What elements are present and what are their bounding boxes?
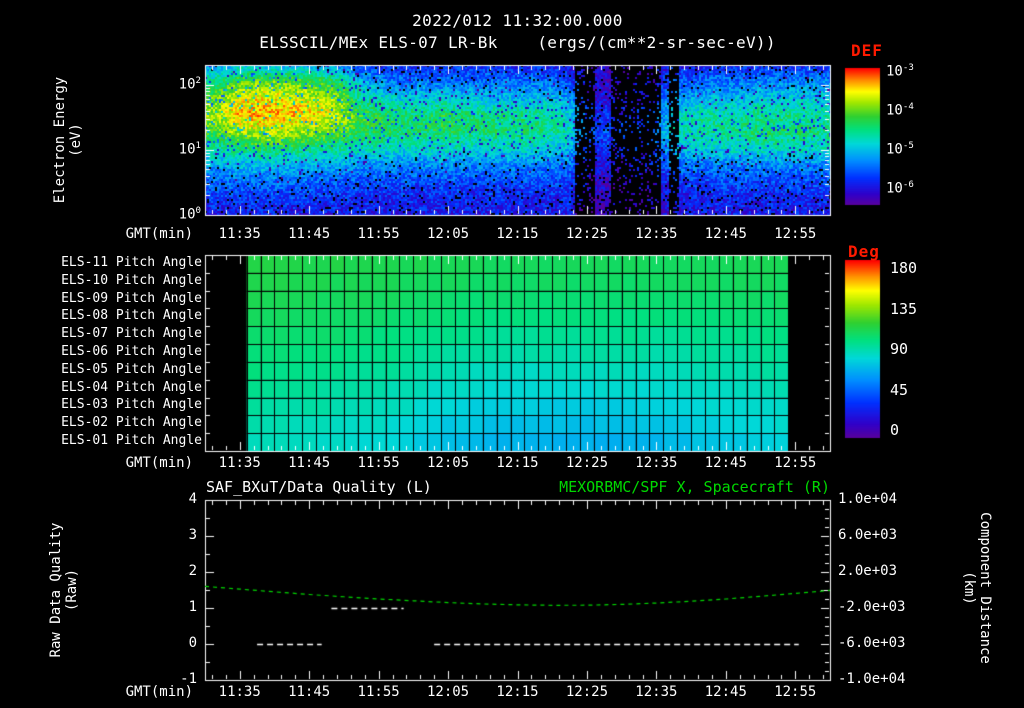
pitch-row-label: ELS-09 Pitch Angle: [61, 290, 202, 306]
x-tick-label: 12:15: [496, 226, 539, 242]
energy-tick-label: 102: [178, 75, 201, 93]
x-tick-label: 12:55: [774, 226, 817, 242]
def-colorbar-tick-label: 10-6: [886, 180, 914, 197]
bottom-right-title: MEXORBMC/SPF X, Spacecraft (R): [559, 478, 830, 496]
y-axis-label-line2: (eV): [68, 123, 84, 157]
def-colorbar-tick-label: 10-3: [886, 62, 914, 80]
y-axis-label-line2: (Raw): [64, 568, 80, 612]
deg-colorbar-tick-label: 0: [890, 421, 900, 439]
x-tick-label: 12:25: [565, 455, 609, 471]
pitch-row-label: ELS-07 Pitch Angle: [61, 326, 202, 342]
quality-tick-label: 3: [188, 527, 197, 543]
quality-tick-label: 1: [188, 599, 197, 615]
distance-tick-label: -2.0e+03: [838, 599, 906, 615]
x-tick-label: 12:15: [496, 684, 539, 700]
x-tick-label: 11:55: [357, 226, 400, 242]
plot-subtitle: ELSSCIL/MEx ELS-07 LR-Bk (ergs/(cm**2-sr…: [105, 33, 930, 52]
x-tick-label: 12:05: [426, 684, 470, 700]
x-tick-label: 12:25: [565, 684, 609, 700]
x-tick-label: 11:55: [357, 684, 400, 700]
y-axis-label-line1: Electron Energy: [52, 76, 68, 204]
y-axis-label-line1: Component Distance: [977, 512, 993, 664]
pitch-row-label: ELS-08 Pitch Angle: [61, 308, 202, 324]
energy-tick-label: 101: [178, 140, 201, 158]
x-tick-label: 12:45: [704, 226, 747, 242]
x-tick-label: 11:45: [288, 455, 331, 471]
y-axis-label-line2: (km): [961, 571, 977, 605]
def-colorbar-title: DEF: [851, 41, 883, 60]
x-tick-label: 11:35: [218, 684, 261, 700]
distance-tick-label: -6.0e+03: [838, 635, 906, 651]
deg-colorbar-tick-label: 90: [890, 340, 909, 358]
x-tick-label: 12:35: [635, 684, 678, 700]
instrument-label: ELSSCIL/MEx ELS-07 LR-Bk: [259, 33, 498, 52]
x-tick-label: 12:45: [704, 455, 747, 471]
x-tick-label: 12:35: [635, 226, 678, 242]
x-tick-label: 11:45: [288, 226, 331, 242]
deg-colorbar-title: Deg: [848, 242, 880, 261]
x-axis-unit-label: GMT(min): [125, 455, 193, 471]
pitch-row-label: ELS-03 Pitch Angle: [61, 397, 202, 413]
deg-colorbar-tick-label: 45: [890, 380, 909, 399]
pitch-row-label: ELS-02 Pitch Angle: [61, 415, 202, 431]
pitch-row-label: ELS-11 Pitch Angle: [61, 254, 202, 270]
x-tick-label: 11:35: [218, 455, 261, 471]
quality-tick-label: -1: [180, 671, 197, 687]
spectrogram-plot-page: 2022/012 11:32:00.000 ELSSCIL/MEx ELS-07…: [0, 0, 1024, 708]
x-tick-label: 11:55: [357, 455, 400, 471]
quality-tick-label: 0: [188, 635, 197, 651]
x-tick-label: 12:25: [565, 226, 609, 242]
x-tick-label: 11:35: [218, 226, 261, 242]
deg-colorbar-tick-label: 180: [890, 259, 918, 277]
y-axis-label-raw-data-quality: Raw Data Quality (Raw): [41, 440, 87, 708]
pitch-row-label: ELS-05 Pitch Angle: [61, 361, 202, 377]
def-colorbar-tick-label: 10-4: [886, 102, 914, 119]
distance-tick-label: -1.0e+04: [838, 671, 906, 687]
x-tick-label: 12:05: [426, 226, 470, 242]
y-axis-label-component-distance: Component Distance (km): [954, 438, 1000, 708]
def-colorbar-tick-label: 10-5: [886, 141, 914, 158]
deg-colorbar-tick-label: 135: [890, 299, 918, 318]
pitch-row-label: ELS-04 Pitch Angle: [61, 379, 202, 395]
quality-tick-label: 4: [188, 491, 197, 507]
x-tick-label: 12:45: [704, 684, 747, 700]
page-title: 2022/012 11:32:00.000: [412, 11, 623, 30]
x-tick-label: 12:55: [774, 455, 817, 471]
distance-tick-label: 2.0e+03: [838, 563, 898, 579]
units-label: (ergs/(cm**2-sr-sec-eV)): [537, 33, 776, 52]
pitch-row-label: ELS-06 Pitch Angle: [61, 344, 202, 359]
pitch-row-label: ELS-01 Pitch Angle: [61, 433, 202, 449]
x-tick-label: 12:05: [426, 455, 470, 471]
x-tick-label: 12:55: [774, 684, 817, 700]
bottom-left-title: SAF_BXuT/Data Quality (L): [206, 478, 432, 496]
quality-tick-label: 2: [188, 563, 197, 579]
y-axis-label-line1: Raw Data Quality: [48, 522, 64, 658]
x-axis-unit-label: GMT(min): [125, 226, 193, 242]
distance-tick-label: 1.0e+04: [838, 491, 898, 507]
x-tick-label: 12:35: [635, 455, 678, 471]
energy-tick-label: 100: [178, 206, 201, 223]
y-axis-label-electron-energy: Electron Energy (eV): [45, 0, 91, 290]
distance-tick-label: 6.0e+03: [838, 527, 898, 543]
x-tick-label: 11:45: [288, 684, 331, 700]
pitch-row-label: ELS-10 Pitch Angle: [61, 272, 202, 288]
x-tick-label: 12:15: [496, 455, 539, 471]
